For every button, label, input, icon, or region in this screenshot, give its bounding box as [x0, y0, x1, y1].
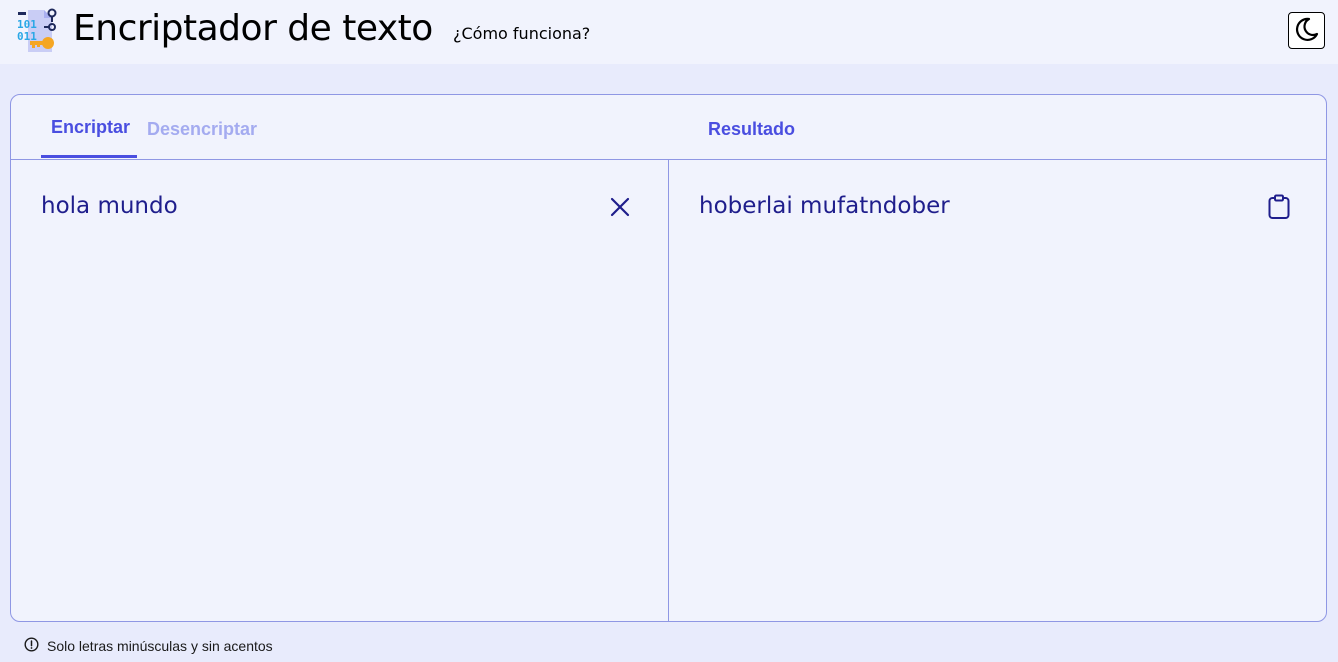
result-label: Resultado: [708, 119, 796, 139]
active-tab-indicator: [41, 155, 137, 158]
hint-text: Solo letras minúsculas y sin acentos: [47, 638, 273, 654]
info-circle-icon: [24, 637, 39, 655]
page-title: Encriptador de texto: [73, 8, 433, 49]
tabs-row: Encriptar Desencriptar Resultado: [11, 95, 1326, 160]
input-textarea[interactable]: hola mundo: [41, 193, 178, 219]
how-it-works-link[interactable]: ¿Cómo funciona?: [453, 24, 590, 43]
copy-result-button[interactable]: [1266, 194, 1292, 224]
clear-input-button[interactable]: [608, 197, 632, 221]
moon-icon: [1294, 16, 1320, 46]
clipboard-icon: [1267, 194, 1291, 224]
binary-key-icon: 101 011: [14, 6, 60, 56]
tab-encrypt[interactable]: Encriptar: [51, 117, 130, 138]
result-output: hoberlai mufatndober: [699, 193, 950, 219]
panel-divider: [668, 160, 669, 621]
input-hint: Solo letras minúsculas y sin acentos: [24, 637, 273, 655]
app-header: 101 011 Encriptador de texto ¿Cómo funci…: [0, 0, 1338, 64]
tab-decrypt[interactable]: Desencriptar: [147, 119, 257, 140]
close-icon: [610, 197, 630, 221]
theme-toggle-button[interactable]: [1288, 12, 1325, 49]
translator-card: Encriptar Desencriptar Resultado hola mu…: [10, 94, 1327, 622]
